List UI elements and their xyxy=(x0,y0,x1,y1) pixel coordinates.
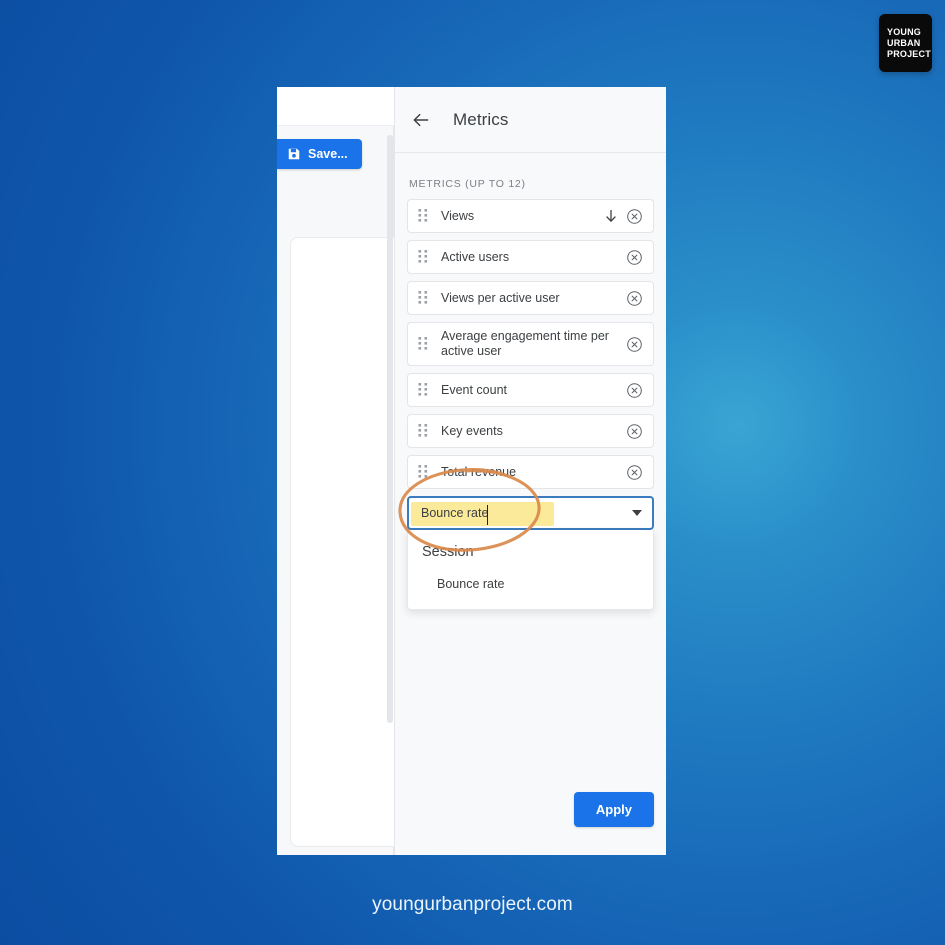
drag-handle-icon[interactable] xyxy=(418,423,429,439)
metric-label: Active users xyxy=(441,249,510,264)
logo-line-1: YOUNG xyxy=(887,27,922,37)
metric-row[interactable]: Views xyxy=(407,199,654,233)
dropdown-group-label: Session xyxy=(422,544,474,560)
remove-circle-icon[interactable] xyxy=(626,423,643,440)
drag-handle-icon[interactable] xyxy=(418,249,429,265)
page-title: Metrics xyxy=(453,109,509,129)
save-button-label: Save... xyxy=(308,147,348,161)
metric-row[interactable]: Event count xyxy=(407,373,654,407)
apply-button[interactable]: Apply xyxy=(573,792,654,827)
arrow-down-icon[interactable] xyxy=(604,209,618,223)
drag-handle-icon[interactable] xyxy=(418,336,429,352)
metric-row[interactable]: Total revenue xyxy=(407,455,654,489)
metric-label: Views per active user xyxy=(441,290,560,305)
logo-line-3: PROJECT xyxy=(887,49,931,59)
dropdown-option[interactable]: Bounce rate xyxy=(408,560,653,599)
metric-label: Key events xyxy=(441,423,503,438)
metric-row[interactable]: Average engagement time per active user xyxy=(407,322,654,366)
remove-circle-icon[interactable] xyxy=(626,464,643,481)
remove-circle-icon[interactable] xyxy=(626,382,643,399)
text-caret xyxy=(487,505,488,525)
metric-row[interactable]: Views per active user xyxy=(407,281,654,315)
save-button[interactable]: Save... xyxy=(277,139,362,169)
vertical-scrollbar[interactable] xyxy=(387,135,393,723)
panel-header: Metrics xyxy=(395,87,666,153)
save-floppy-icon xyxy=(288,148,300,160)
metrics-list: Views Active users Views per active user Av… xyxy=(407,199,654,489)
report-toolbar-strip xyxy=(277,87,394,126)
metric-row[interactable]: Active users xyxy=(407,240,654,274)
drag-handle-icon[interactable] xyxy=(418,464,429,480)
report-canvas-pane: Save... xyxy=(277,87,410,855)
remove-circle-icon[interactable] xyxy=(626,249,643,266)
footer-website-url: youngurbanproject.com xyxy=(372,894,573,915)
logo-line-2: URBAN xyxy=(887,38,921,48)
drag-handle-icon[interactable] xyxy=(418,382,429,398)
metric-label: Views xyxy=(441,208,475,223)
metrics-panel: Metrics METRICS (UP TO 12) Views Active u… xyxy=(394,87,666,855)
metric-label: Average engagement time per active user xyxy=(441,329,609,358)
chevron-down-icon[interactable] xyxy=(632,510,642,516)
drag-handle-icon[interactable] xyxy=(418,290,429,306)
metric-row[interactable]: Key events xyxy=(407,414,654,448)
metric-label: Total revenue xyxy=(441,464,517,479)
remove-circle-icon[interactable] xyxy=(626,208,643,225)
remove-circle-icon[interactable] xyxy=(626,336,643,353)
drag-handle-icon[interactable] xyxy=(418,208,429,224)
dropdown-options: Bounce rate xyxy=(408,560,653,599)
panel-body: METRICS (UP TO 12) Views Active users View… xyxy=(395,153,666,855)
back-arrow-icon[interactable] xyxy=(411,110,431,130)
metrics-section-label: METRICS (UP TO 12) xyxy=(409,178,526,190)
metric-search-combobox[interactable]: Bounce rate xyxy=(407,496,654,530)
brand-logo: YOUNG URBAN PROJECT xyxy=(879,14,932,72)
metric-label: Event count xyxy=(441,382,508,397)
combobox-input-value: Bounce rate xyxy=(421,506,489,520)
metric-dropdown-list: Session Bounce rate xyxy=(407,530,654,610)
analytics-app-window: Save... Metrics METRICS (UP TO 12) Views… xyxy=(277,87,666,855)
remove-circle-icon[interactable] xyxy=(626,290,643,307)
